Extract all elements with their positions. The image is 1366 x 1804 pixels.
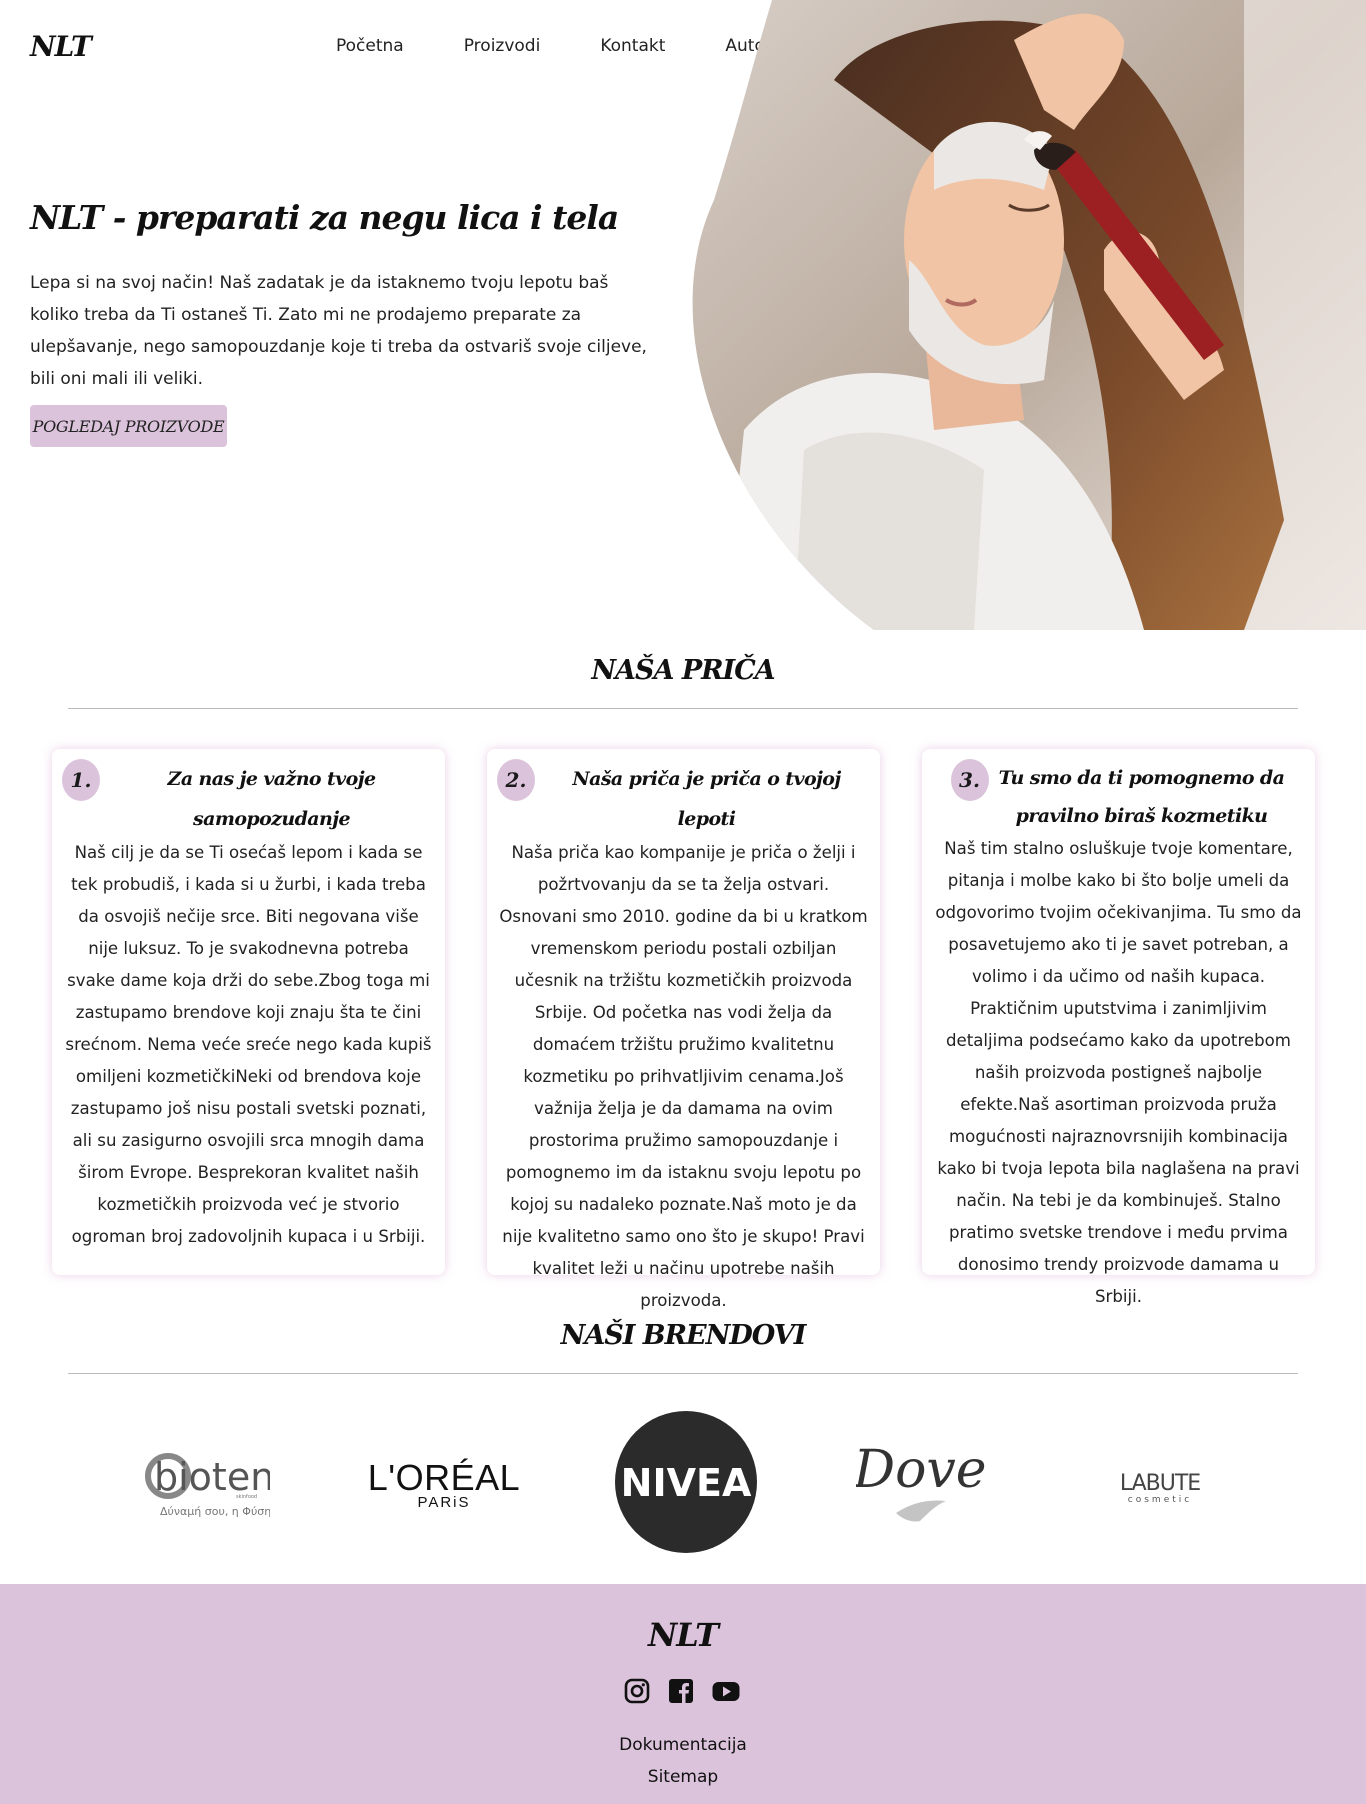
card-title: Za nas je važno tvoje samopozudanje — [167, 768, 377, 830]
brands-heading: NAŠI BRENDOVI — [560, 1320, 807, 1351]
footer-logo: NLT — [648, 1616, 719, 1654]
page: NLT Početna Proizvodi Kontakt Autor NLT … — [0, 0, 1366, 1804]
social-links — [624, 1678, 740, 1704]
brand-tagline: Δύναμή σου, η Φύση — [160, 1505, 270, 1518]
card-text: Naša priča kao kompanije je priča o želj… — [499, 843, 868, 1310]
hero-text: Lepa si na svoj način! Naš zadatak je da… — [30, 273, 647, 389]
site-logo[interactable]: NLT — [30, 30, 92, 63]
hero-title: NLT - preparati za negu lica i tela — [30, 198, 619, 237]
instagram-icon[interactable] — [624, 1678, 650, 1704]
facebook-icon[interactable] — [668, 1678, 694, 1704]
story-divider — [68, 708, 1298, 709]
card-number: 2. — [497, 759, 535, 801]
site-footer: NLT Dokumentacija Sitemap — [0, 1584, 1366, 1804]
card-title: Tu smo da ti pomognemo da pravilno biraš… — [998, 767, 1285, 827]
brand-name: LABUTE — [1120, 1471, 1200, 1496]
brand-logo-loreal[interactable]: L'ORÉAL PARiS — [354, 1455, 534, 1515]
footer-link-dokumentacija[interactable]: Dokumentacija — [0, 1735, 1366, 1755]
brand-sub: cosmetic — [1128, 1495, 1192, 1505]
brand-logo-labute[interactable]: LABUTE cosmetic — [1110, 1460, 1210, 1510]
card-number: 3. — [950, 759, 989, 801]
brand-name: NIVEA — [621, 1461, 752, 1505]
brand-logo-bioten[interactable]: bioten skinfood Δύναμή σου, η Φύση — [140, 1440, 274, 1526]
brand-logo-dove[interactable]: Dove — [852, 1435, 987, 1531]
brand-small: skinfood — [236, 1494, 257, 1500]
brand-name: L'ORÉAL — [368, 1457, 520, 1498]
card-text: Naš cilj je da se Ti osećaš lepom i kada… — [65, 843, 432, 1246]
hero-image — [684, 0, 1366, 630]
brand-logo-nivea[interactable]: NIVEA — [614, 1410, 758, 1554]
brand-name: bioten — [154, 1455, 270, 1499]
youtube-icon[interactable] — [712, 1678, 740, 1704]
nav-item-proizvodi[interactable]: Proizvodi — [464, 36, 541, 56]
brand-name: Dove — [856, 1440, 986, 1500]
card-text: Naš tim stalno osluškuje tvoje komentare… — [935, 839, 1302, 1306]
story-card-2: 2. Naša priča je priča o tvojoj lepoti N… — [487, 749, 880, 1310]
story-card-3: 3. Tu smo da ti pomognemo da pravilno bi… — [922, 749, 1315, 1306]
story-card-1: 1. Za nas je važno tvoje samopozudanje N… — [52, 749, 445, 1275]
nav-item-pocetna[interactable]: Početna — [336, 36, 404, 56]
brand-sub: PARiS — [417, 1494, 470, 1511]
footer-link-sitemap[interactable]: Sitemap — [0, 1767, 1366, 1787]
nav-item-kontakt[interactable]: Kontakt — [600, 36, 665, 56]
card-title: Naša priča je priča o tvojoj lepoti — [572, 768, 841, 830]
view-products-button[interactable]: POGLEDAJ PROIZVODE — [30, 405, 227, 447]
brands-divider — [68, 1373, 1298, 1374]
story-heading: NAŠA PRIČA — [591, 655, 775, 686]
card-number: 1. — [62, 759, 100, 801]
